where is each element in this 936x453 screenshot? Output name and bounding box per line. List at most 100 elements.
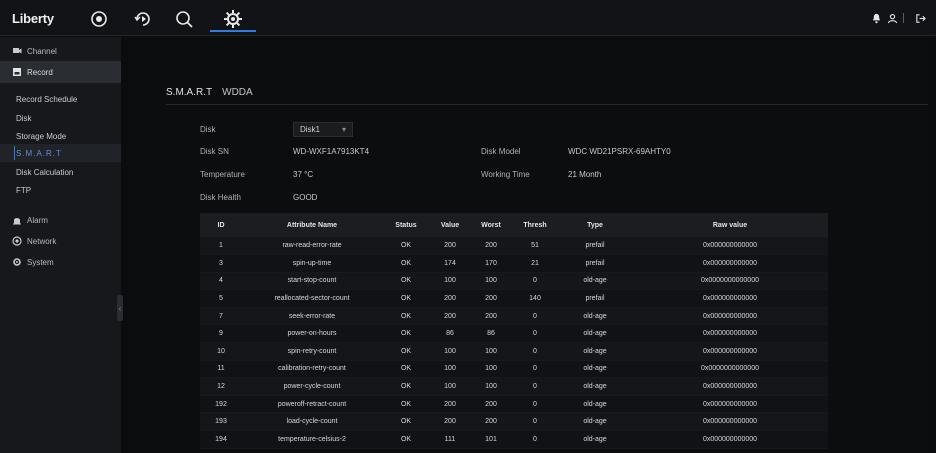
disk-model-value: WDC WD21PSRX-69AHTY0 (568, 147, 671, 156)
user-icon[interactable] (886, 12, 898, 24)
cell-status: OK (382, 377, 430, 396)
cell-type: old-age (558, 307, 632, 326)
column-header-id: ID (200, 213, 242, 237)
table-row: 193 load-cycle-count OK 200 200 0 old-ag… (200, 412, 828, 432)
cell-attribute-name: raw-read-error-rate (242, 237, 382, 256)
working-time-value: 21 Month (568, 170, 602, 179)
column-header-status: Status (382, 213, 430, 237)
table-row: 3 spin-up-time OK 174 170 21 prefail 0x0… (200, 254, 828, 273)
cell-raw-value: 0x0000000000000 (632, 360, 828, 379)
table-row: 194 temperature-celsius-2 OK 111 101 0 o… (200, 430, 828, 449)
alarm-icon (12, 215, 22, 225)
sidebar-item-disk-calculation[interactable]: Disk Calculation (0, 163, 121, 181)
cell-worst: 200 (470, 289, 512, 308)
cell-id: 9 (200, 324, 242, 344)
cell-attribute-name: calibration-retry-count (242, 360, 382, 379)
cell-attribute-name: power-on-hours (242, 324, 382, 344)
table-row: 10 spin-retry-count OK 100 100 0 old-age… (200, 342, 828, 361)
cell-worst: 100 (470, 360, 512, 379)
cell-id: 194 (200, 430, 242, 449)
cell-attribute-name: reallocated-sector-count (242, 289, 382, 308)
sidebar-collapse-handle[interactable]: ‹ (117, 295, 123, 321)
cell-attribute-name: seek-error-rate (242, 307, 382, 326)
cell-attribute-name: power-cycle-count (242, 377, 382, 396)
cell-type: old-age (558, 342, 632, 361)
cell-value: 174 (430, 254, 470, 273)
cell-type: old-age (558, 272, 632, 291)
cell-raw-value: 0x000000000000 (632, 395, 828, 414)
notification-icon[interactable] (870, 12, 882, 24)
sidebar-item-channel[interactable]: Channel (0, 40, 121, 62)
cell-value: 200 (430, 289, 470, 308)
cell-worst: 100 (470, 272, 512, 291)
table-row: 9 power-on-hours OK 86 86 0 old-age 0x00… (200, 324, 828, 344)
system-icon (12, 257, 22, 267)
playback-icon[interactable] (131, 7, 155, 31)
table-row: 7 seek-error-rate OK 200 200 0 old-age 0… (200, 307, 828, 326)
column-header-thresh: Thresh (512, 213, 558, 237)
live-view-icon[interactable] (87, 7, 111, 31)
cell-type: old-age (558, 377, 632, 396)
cell-worst: 100 (470, 377, 512, 396)
cell-value: 100 (430, 272, 470, 291)
main-content: S.M.A.R.T WDDA Disk Disk1 ▾ Disk SN WD-W… (128, 37, 928, 453)
sidebar-item-storage-mode[interactable]: Storage Mode (0, 127, 121, 145)
search-icon[interactable] (172, 7, 196, 31)
active-nav-indicator (210, 30, 256, 32)
sidebar-item-system[interactable]: System (0, 251, 121, 273)
cell-value: 100 (430, 377, 470, 396)
cell-id: 7 (200, 307, 242, 326)
cell-raw-value: 0x000000000000 (632, 254, 828, 273)
cell-status: OK (382, 342, 430, 361)
cell-id: 3 (200, 254, 242, 273)
cell-raw-value: 0x000000000000 (632, 237, 828, 256)
cell-thresh: 0 (512, 272, 558, 291)
settings-icon[interactable] (221, 7, 245, 31)
cell-type: old-age (558, 395, 632, 414)
cell-status: OK (382, 254, 430, 273)
cell-worst: 200 (470, 395, 512, 414)
tab-smart[interactable]: S.M.A.R.T (166, 87, 213, 105)
cell-thresh: 0 (512, 307, 558, 326)
cell-value: 111 (430, 430, 470, 449)
cell-value: 200 (430, 307, 470, 326)
top-bar: Liberty (0, 0, 936, 36)
cell-worst: 200 (470, 412, 512, 432)
cell-thresh: 21 (512, 254, 558, 273)
disk-select[interactable]: Disk1 ▾ (293, 122, 353, 137)
disk-health-value: GOOD (293, 193, 318, 202)
cell-value: 86 (430, 324, 470, 344)
cell-value: 100 (430, 342, 470, 361)
cell-status: OK (382, 412, 430, 432)
sidebar-item-disk[interactable]: Disk (0, 109, 121, 127)
tab-wdda[interactable]: WDDA (222, 87, 253, 105)
cell-id: 4 (200, 272, 242, 291)
brand-logo: Liberty (12, 11, 54, 26)
sidebar-item-network[interactable]: Network (0, 230, 121, 252)
cell-id: 193 (200, 412, 242, 432)
column-header-raw-value: Raw value (632, 213, 828, 237)
sidebar-item-ftp[interactable]: FTP (0, 181, 121, 199)
cell-status: OK (382, 360, 430, 379)
cell-worst: 86 (470, 324, 512, 344)
column-header-value: Value (430, 213, 470, 237)
record-icon (12, 67, 22, 77)
disk-label: Disk (200, 125, 216, 134)
cell-status: OK (382, 289, 430, 308)
sidebar-item-smart[interactable]: S.M.A.R.T (0, 144, 121, 162)
sidebar-item-record[interactable]: Record (0, 61, 121, 83)
cell-raw-value: 0x000000000000 (632, 342, 828, 361)
cell-id: 5 (200, 289, 242, 308)
sidebar-item-record-schedule[interactable]: Record Schedule (0, 90, 121, 108)
logout-icon[interactable] (914, 12, 926, 24)
cell-type: prefail (558, 254, 632, 273)
chevron-down-icon: ▾ (341, 125, 346, 134)
cell-id: 10 (200, 342, 242, 361)
cell-worst: 200 (470, 237, 512, 256)
column-header-type: Type (558, 213, 632, 237)
cell-type: old-age (558, 360, 632, 379)
cell-raw-value: 0x000000000000 (632, 324, 828, 344)
cell-value: 100 (430, 360, 470, 379)
cell-attribute-name: spin-up-time (242, 254, 382, 273)
sidebar-item-alarm[interactable]: Alarm (0, 209, 121, 231)
